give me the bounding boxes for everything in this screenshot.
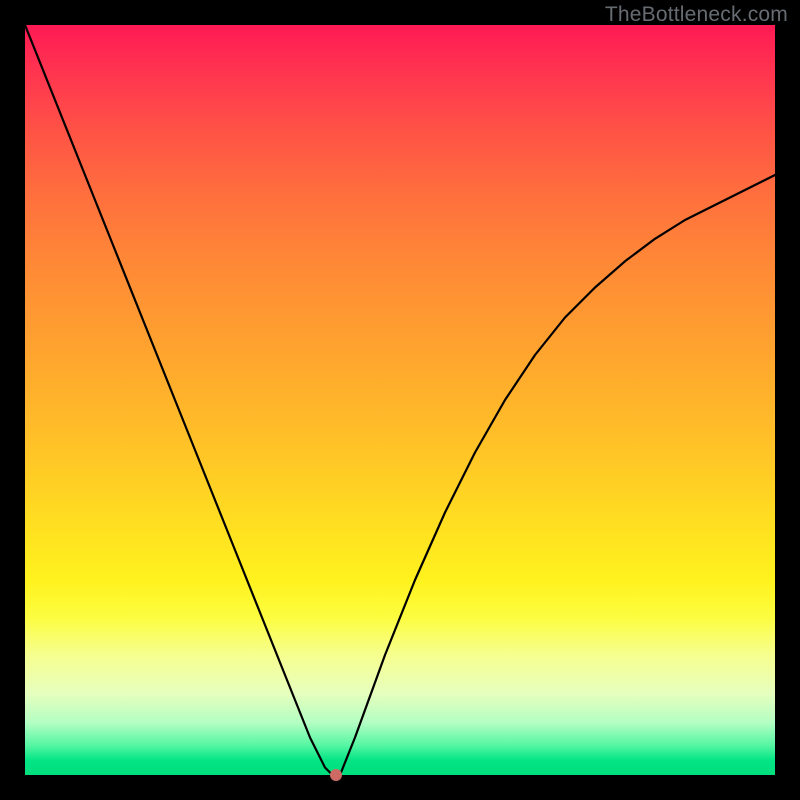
chart-frame: TheBottleneck.com bbox=[0, 0, 800, 800]
optimal-point-marker bbox=[330, 769, 342, 781]
watermark-text: TheBottleneck.com bbox=[605, 3, 788, 27]
plot-area bbox=[25, 25, 775, 775]
bottleneck-curve bbox=[25, 25, 775, 775]
